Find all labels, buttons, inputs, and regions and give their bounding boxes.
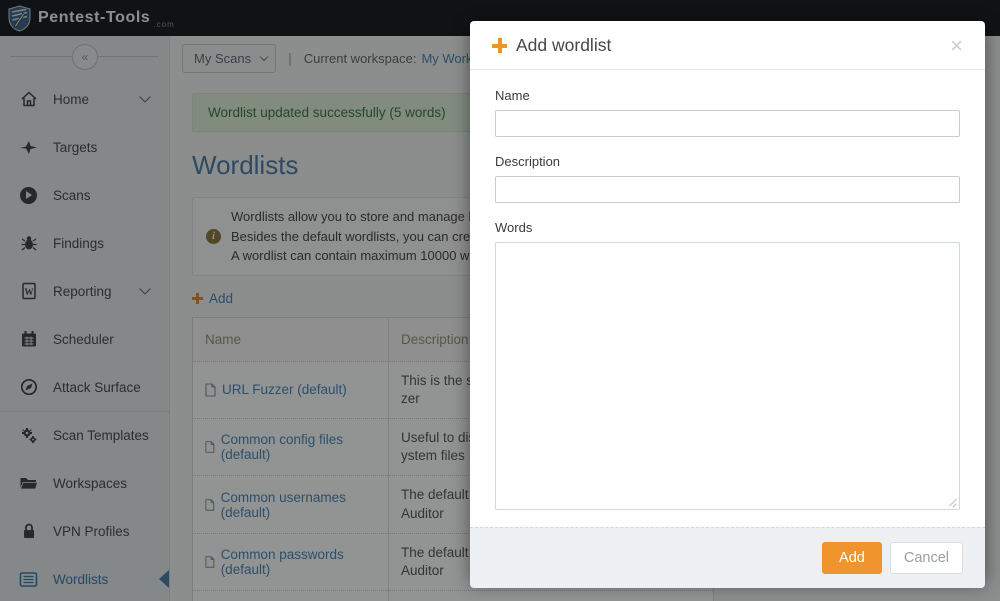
name-field-label: Name bbox=[495, 88, 960, 103]
description-field[interactable] bbox=[495, 176, 960, 203]
name-field[interactable] bbox=[495, 110, 960, 137]
close-icon[interactable]: × bbox=[950, 37, 963, 55]
modal-header: Add wordlist × bbox=[470, 21, 985, 70]
plus-icon bbox=[492, 38, 507, 53]
add-button[interactable]: Add bbox=[822, 542, 882, 574]
words-textarea[interactable] bbox=[495, 242, 960, 510]
cancel-button[interactable]: Cancel bbox=[890, 542, 963, 574]
add-wordlist-modal: Add wordlist × Name Description Words Ad… bbox=[470, 21, 985, 580]
words-field-label: Words bbox=[495, 220, 960, 235]
description-field-label: Description bbox=[495, 154, 960, 169]
modal-footer: Add Cancel bbox=[470, 527, 985, 588]
modal-body: Name Description Words bbox=[470, 70, 985, 527]
modal-title: Add wordlist bbox=[516, 35, 611, 56]
